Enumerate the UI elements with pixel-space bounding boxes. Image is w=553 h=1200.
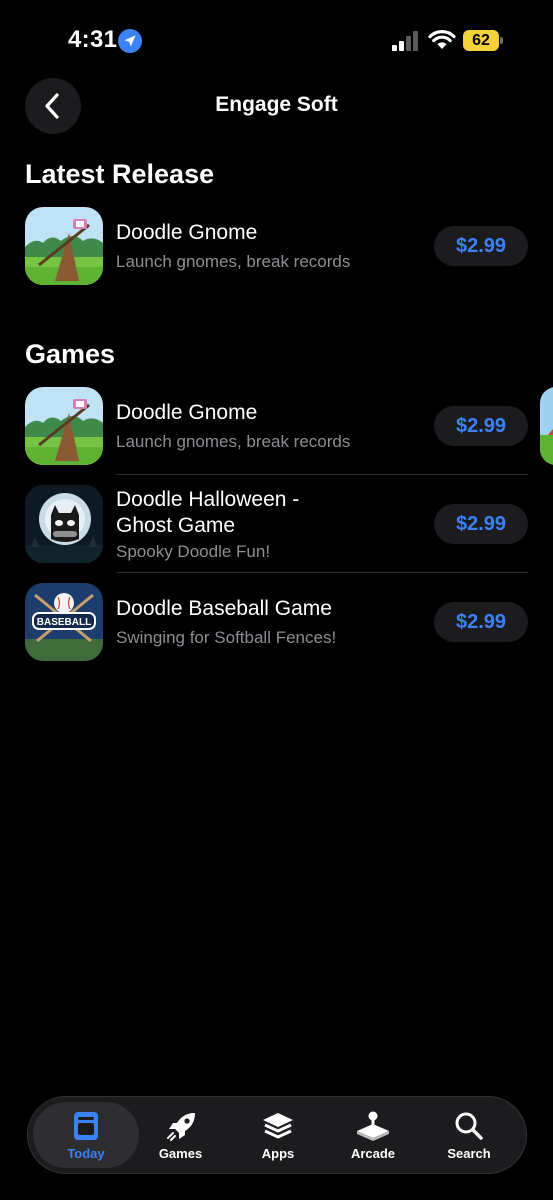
price-button[interactable]: $2.99 bbox=[434, 602, 528, 642]
app-subtitle: Launch gnomes, break records bbox=[116, 432, 351, 451]
app-row-doodle-baseball[interactable]: BASEBALL Doodle Baseball Game Swinging f… bbox=[25, 583, 528, 661]
cellular-signal-icon bbox=[392, 31, 418, 51]
battery-level: 62 bbox=[472, 32, 490, 49]
app-subtitle: Launch gnomes, break records bbox=[116, 252, 351, 271]
price-button[interactable]: $2.99 bbox=[434, 406, 528, 446]
joystick-icon bbox=[357, 1111, 389, 1141]
row-divider bbox=[116, 572, 528, 573]
tab-label: Today bbox=[67, 1146, 105, 1161]
tab-today[interactable]: Today bbox=[33, 1097, 139, 1173]
app-name: Doodle Gnome bbox=[116, 221, 258, 244]
battery-indicator: 62 bbox=[463, 30, 503, 51]
layers-icon bbox=[263, 1113, 293, 1139]
app-name-line-2: Ghost Game bbox=[116, 514, 236, 537]
app-row-doodle-gnome[interactable]: Doodle Gnome Launch gnomes, break record… bbox=[25, 387, 528, 465]
section-title-games: Games bbox=[25, 339, 116, 369]
tab-label: Games bbox=[158, 1146, 203, 1161]
tab-label: Search bbox=[447, 1146, 491, 1161]
tab-bar: Today Games Apps Arcade Search bbox=[27, 1096, 527, 1174]
gnome-icon bbox=[25, 207, 103, 285]
section-title-latest-release: Latest Release bbox=[25, 159, 215, 189]
tab-label: Arcade bbox=[350, 1146, 396, 1161]
next-app-peek-icon[interactable] bbox=[540, 387, 553, 465]
rocket-icon bbox=[166, 1113, 195, 1141]
app-subtitle: Spooky Doodle Fun! bbox=[116, 542, 271, 561]
app-name: Doodle Baseball Game bbox=[116, 597, 332, 620]
location-icon bbox=[118, 29, 142, 53]
baseball-logo-text: BASEBALL bbox=[37, 617, 91, 628]
page-title: Engage Soft bbox=[215, 93, 338, 116]
today-icon bbox=[74, 1112, 98, 1140]
tab-search[interactable]: Search bbox=[423, 1097, 515, 1173]
status-time: 4:31 bbox=[68, 26, 118, 53]
search-icon bbox=[455, 1112, 483, 1140]
app-row-doodle-gnome-latest[interactable]: Doodle Gnome Launch gnomes, break record… bbox=[25, 207, 528, 285]
battery-tip bbox=[500, 37, 503, 44]
tab-arcade[interactable]: Arcade bbox=[328, 1097, 418, 1173]
wifi-icon bbox=[428, 30, 456, 49]
tab-label: Apps bbox=[261, 1146, 295, 1161]
row-divider bbox=[116, 474, 528, 475]
app-subtitle: Swinging for Softball Fences! bbox=[116, 628, 337, 647]
gnome-icon bbox=[25, 387, 103, 465]
screen: 4:31 62 Engage Soft Latest Release Doodl… bbox=[0, 0, 553, 1200]
app-name: Doodle Gnome bbox=[116, 401, 258, 424]
app-row-doodle-halloween[interactable]: Doodle Halloween - Ghost Game Spooky Doo… bbox=[25, 485, 528, 563]
app-name-line-1: Doodle Halloween - bbox=[116, 488, 300, 511]
baseball-icon: BASEBALL bbox=[25, 583, 103, 661]
price-button[interactable]: $2.99 bbox=[434, 504, 528, 544]
tab-games[interactable]: Games bbox=[138, 1097, 223, 1173]
tab-apps[interactable]: Apps bbox=[233, 1097, 323, 1173]
status-bar: 4:31 62 bbox=[0, 0, 553, 82]
price-button[interactable]: $2.99 bbox=[434, 226, 528, 266]
halloween-icon bbox=[25, 485, 103, 563]
